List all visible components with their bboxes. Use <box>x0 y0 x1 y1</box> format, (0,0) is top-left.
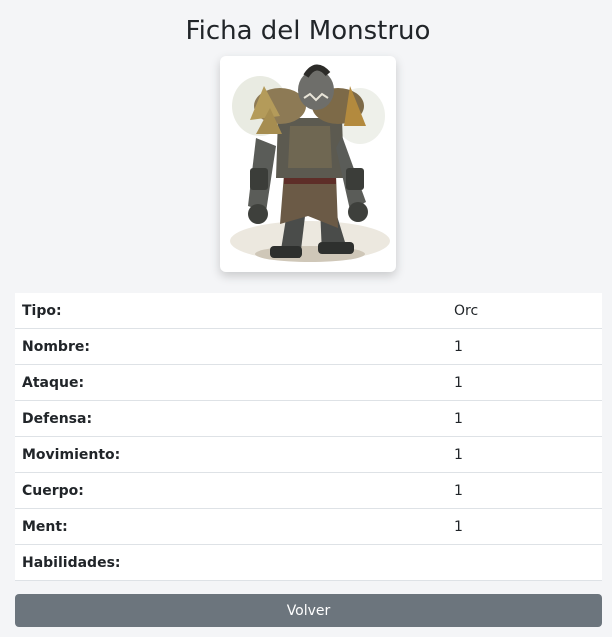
table-row: Habilidades: <box>15 544 602 581</box>
table-row: Movimiento: 1 <box>15 436 602 473</box>
table-row: Tipo: Orc <box>15 293 602 329</box>
stat-value: 1 <box>447 472 602 509</box>
stat-label: Movimiento: <box>15 436 447 473</box>
monster-image-card <box>220 56 396 272</box>
stat-label: Ataque: <box>15 364 447 401</box>
stat-label: Cuerpo: <box>15 472 447 509</box>
stat-value: 1 <box>447 328 602 365</box>
table-row: Defensa: 1 <box>15 400 602 437</box>
table-row: Ment: 1 <box>15 508 602 545</box>
stat-value: 1 <box>447 436 602 473</box>
stat-value <box>447 544 602 581</box>
stat-value: 1 <box>447 364 602 401</box>
table-row: Nombre: 1 <box>15 328 602 365</box>
stat-label: Defensa: <box>15 400 447 437</box>
monster-portrait <box>230 64 390 262</box>
stat-label: Nombre: <box>15 328 447 365</box>
stat-value: Orc <box>447 293 602 329</box>
monster-stats-table: Tipo: Orc Nombre: 1 Ataque: 1 Defensa: 1… <box>15 293 602 581</box>
stat-label: Tipo: <box>15 293 447 329</box>
stat-value: 1 <box>447 508 602 545</box>
page-title: Ficha del Monstruo <box>185 16 431 46</box>
stat-label: Habilidades: <box>15 544 447 581</box>
back-button[interactable]: Volver <box>15 594 602 627</box>
table-row: Ataque: 1 <box>15 364 602 401</box>
table-row: Cuerpo: 1 <box>15 472 602 509</box>
stat-value: 1 <box>447 400 602 437</box>
stat-label: Ment: <box>15 508 447 545</box>
